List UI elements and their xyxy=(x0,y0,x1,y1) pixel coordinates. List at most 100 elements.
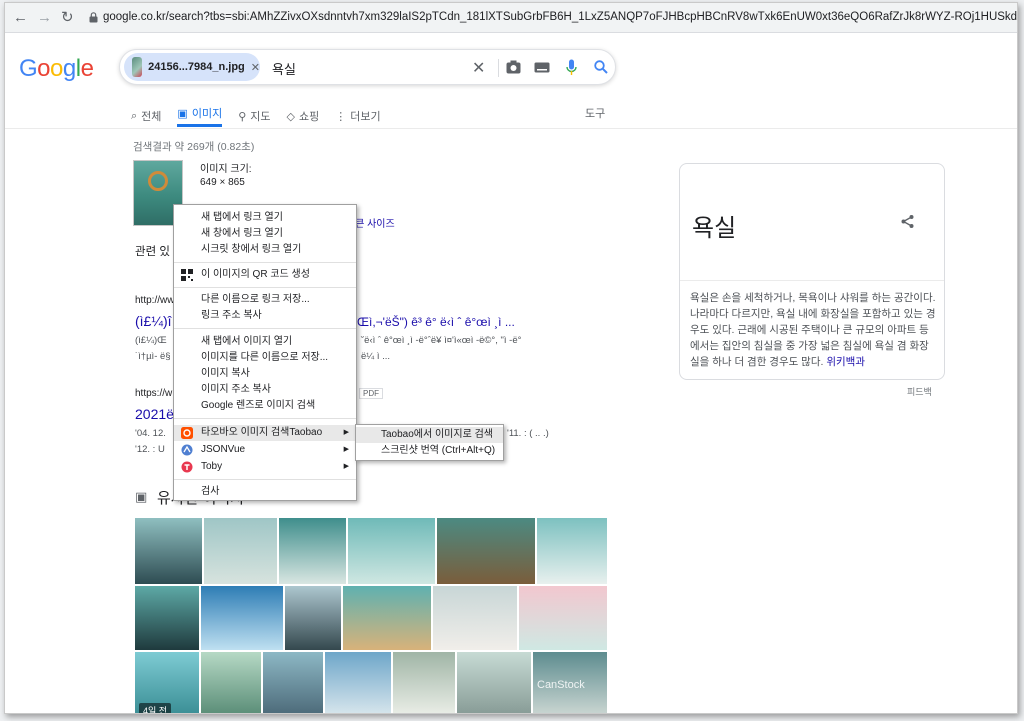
clear-icon[interactable]: ✕ xyxy=(472,58,485,78)
image-chip[interactable]: 24156...7984_n.jpg ✕ xyxy=(124,53,260,81)
menu-item-toby[interactable]: Toby ▶ xyxy=(174,459,356,475)
result-snippet: ˙ì†µì- ë§ xyxy=(135,351,171,362)
search-box[interactable]: 24156...7984_n.jpg ✕ 욕실 ✕ xyxy=(119,49,616,85)
result-url[interactable]: http://ww xyxy=(135,295,174,306)
tab-label: 지도 xyxy=(250,111,271,123)
chip-thumbnail xyxy=(132,57,143,77)
menu-item-open-image-new-tab[interactable]: 새 탭에서 이미지 열기 xyxy=(174,334,356,350)
search-icon: ⌕ xyxy=(131,109,138,122)
image-tile[interactable] xyxy=(433,586,517,650)
menu-item-label: 새 탭에서 이미지 열기 xyxy=(201,336,293,347)
toby-icon xyxy=(181,461,193,473)
menu-item-qr-code[interactable]: 이 이미지의 QR 코드 생성 xyxy=(174,267,356,283)
tab-label: 쇼핑 xyxy=(298,111,320,123)
tab-label: 더보기 xyxy=(350,111,381,123)
browser-toolbar: ← → ↻ google.co.kr/search?tbs=sbi:AMhZZi… xyxy=(5,3,1017,33)
menu-separator xyxy=(174,328,356,329)
menu-item-open-link-new-tab[interactable]: 새 탭에서 링크 열기 xyxy=(174,210,356,226)
menu-item-label: 새 탭에서 링크 열기 xyxy=(201,212,283,223)
menu-item-label: 타오바오 이미지 검색Taobao xyxy=(201,427,323,438)
tab-images[interactable]: ▣ 이미지 xyxy=(177,105,223,127)
search-icon[interactable] xyxy=(594,60,608,74)
keyboard-icon[interactable] xyxy=(534,62,550,73)
image-tile[interactable] xyxy=(393,652,455,713)
menu-item-inspect[interactable]: 검사 xyxy=(174,484,356,500)
share-icon[interactable] xyxy=(900,214,915,229)
address-bar[interactable]: google.co.kr/search?tbs=sbi:AMhZZivxOXsd… xyxy=(103,11,1017,23)
image-tile[interactable] xyxy=(519,586,607,650)
menu-item-save-image-as[interactable]: 이미지를 다른 이름으로 저장... xyxy=(174,350,356,366)
knowledge-panel: 욕실 욕실은 손을 세척하거나, 목욕이나 샤워를 하는 공간이다. 나라마다 … xyxy=(679,163,945,380)
tab-maps[interactable]: ⚲ 지도 xyxy=(238,105,270,127)
result-url[interactable]: https://w xyxy=(135,388,172,399)
menu-item-save-link-as[interactable]: 다른 이름으로 링크 저장... xyxy=(174,292,356,308)
result-title[interactable]: (ì£¼)î xyxy=(135,313,172,329)
image-tile[interactable] xyxy=(537,518,607,584)
image-tile[interactable] xyxy=(204,518,277,584)
image-tile[interactable] xyxy=(348,518,435,584)
menu-item-jsonvue[interactable]: JSONVue ▶ xyxy=(174,442,356,458)
image-tile[interactable] xyxy=(279,518,346,584)
menu-item-taobao-search[interactable]: 타오바오 이미지 검색Taobao ▶ xyxy=(174,425,356,441)
forward-icon[interactable]: → xyxy=(37,9,52,27)
image-tile[interactable] xyxy=(343,586,431,650)
image-tile[interactable] xyxy=(285,586,341,650)
tab-more[interactable]: ⋮ 더보기 xyxy=(335,105,380,127)
logo-letter: e xyxy=(80,55,94,82)
microphone-icon[interactable] xyxy=(566,59,577,76)
submenu-arrow-icon: ▶ xyxy=(343,463,349,470)
image-tile[interactable] xyxy=(457,652,531,713)
submenu-item-label: Taobao에서 이미지로 검색 xyxy=(381,429,493,440)
tab-shopping[interactable]: ◇ 쇼핑 xyxy=(287,105,320,127)
result-snippet: (ì£¼)Œ xyxy=(135,335,167,346)
image-tile[interactable] xyxy=(437,518,535,584)
feedback-link[interactable]: 피드백 xyxy=(907,385,932,398)
image-icon: ▣ xyxy=(177,107,188,120)
panel-description-text: 욕실은 손을 세척하거나, 목욕이나 샤워를 하는 공간이다. 나라마다 다르지… xyxy=(690,292,936,368)
camera-icon[interactable] xyxy=(506,60,521,74)
image-tile[interactable] xyxy=(135,586,199,650)
result-title[interactable]: 2021ë xyxy=(135,406,174,422)
search-divider xyxy=(498,59,499,77)
submenu-item-search-by-image-taobao[interactable]: Taobao에서 이미지로 검색 xyxy=(356,427,503,443)
panel-title: 욕실 xyxy=(692,215,737,242)
search-input[interactable]: 욕실 xyxy=(272,59,296,78)
tab-all[interactable]: ⌕ 전체 xyxy=(131,105,161,127)
reload-icon[interactable]: ↻ xyxy=(61,9,74,27)
back-icon[interactable]: ← xyxy=(13,9,28,27)
related-heading: 관련 있 xyxy=(135,246,170,258)
menu-item-label: 링크 주소 복사 xyxy=(201,310,262,321)
submenu-item-label: 스크린샷 번역 (Ctrl+Alt+Q) xyxy=(381,445,496,456)
lock-icon[interactable] xyxy=(89,12,98,23)
menu-item-label: 이미지 주소 복사 xyxy=(201,384,271,395)
wikipedia-link[interactable]: 위키백과 xyxy=(826,356,865,368)
menu-item-copy-image-address[interactable]: 이미지 주소 복사 xyxy=(174,382,356,398)
logo-letter: o xyxy=(50,55,63,82)
google-logo[interactable]: Google xyxy=(19,55,94,83)
submenu-item-screenshot-translate[interactable]: 스크린샷 번역 (Ctrl+Alt+Q) xyxy=(356,443,503,459)
menu-item-google-lens[interactable]: Google 렌즈로 이미지 검색 xyxy=(174,398,356,414)
menu-item-copy-image[interactable]: 이미지 복사 xyxy=(174,366,356,382)
qr-code-icon xyxy=(181,269,193,281)
image-tile[interactable] xyxy=(135,518,202,584)
menu-item-label: Google 렌즈로 이미지 검색 xyxy=(201,400,316,411)
image-tile[interactable] xyxy=(201,652,261,713)
submenu-arrow-icon: ▶ xyxy=(343,446,349,453)
menu-item-label: 이미지 복사 xyxy=(201,368,250,379)
logo-letter: g xyxy=(62,55,76,82)
result-snippet-tail: ˘ë‹ì ˆ ê°œì ¸ì -ë°ˆë¥ ì¤'ì«œì -ë©°, "ì -… xyxy=(361,335,522,346)
image-tile[interactable] xyxy=(325,652,391,713)
taobao-submenu: Taobao에서 이미지로 검색 스크린샷 번역 (Ctrl+Alt+Q) xyxy=(355,424,504,461)
menu-item-label: 이미지를 다른 이름으로 저장... xyxy=(201,352,329,363)
tab-label: 전체 xyxy=(141,111,162,123)
tab-label: 이미지 xyxy=(191,108,223,120)
menu-item-copy-link-address[interactable]: 링크 주소 복사 xyxy=(174,308,356,324)
chip-close-icon[interactable]: ✕ xyxy=(251,61,260,74)
image-tile[interactable] xyxy=(201,586,283,650)
result-title-tail[interactable]: Œì,¬'ëŠ") ê³ ê° ë‹ì ˆ ê°œì ¸ì ... xyxy=(357,315,515,329)
logo-letter: G xyxy=(19,55,38,82)
menu-item-open-link-new-window[interactable]: 새 창에서 링크 열기 xyxy=(174,226,356,242)
tools-button[interactable]: 도구 xyxy=(585,105,605,121)
menu-item-open-link-incognito[interactable]: 시크릿 창에서 링크 열기 xyxy=(174,242,356,258)
image-tile[interactable] xyxy=(263,652,323,713)
